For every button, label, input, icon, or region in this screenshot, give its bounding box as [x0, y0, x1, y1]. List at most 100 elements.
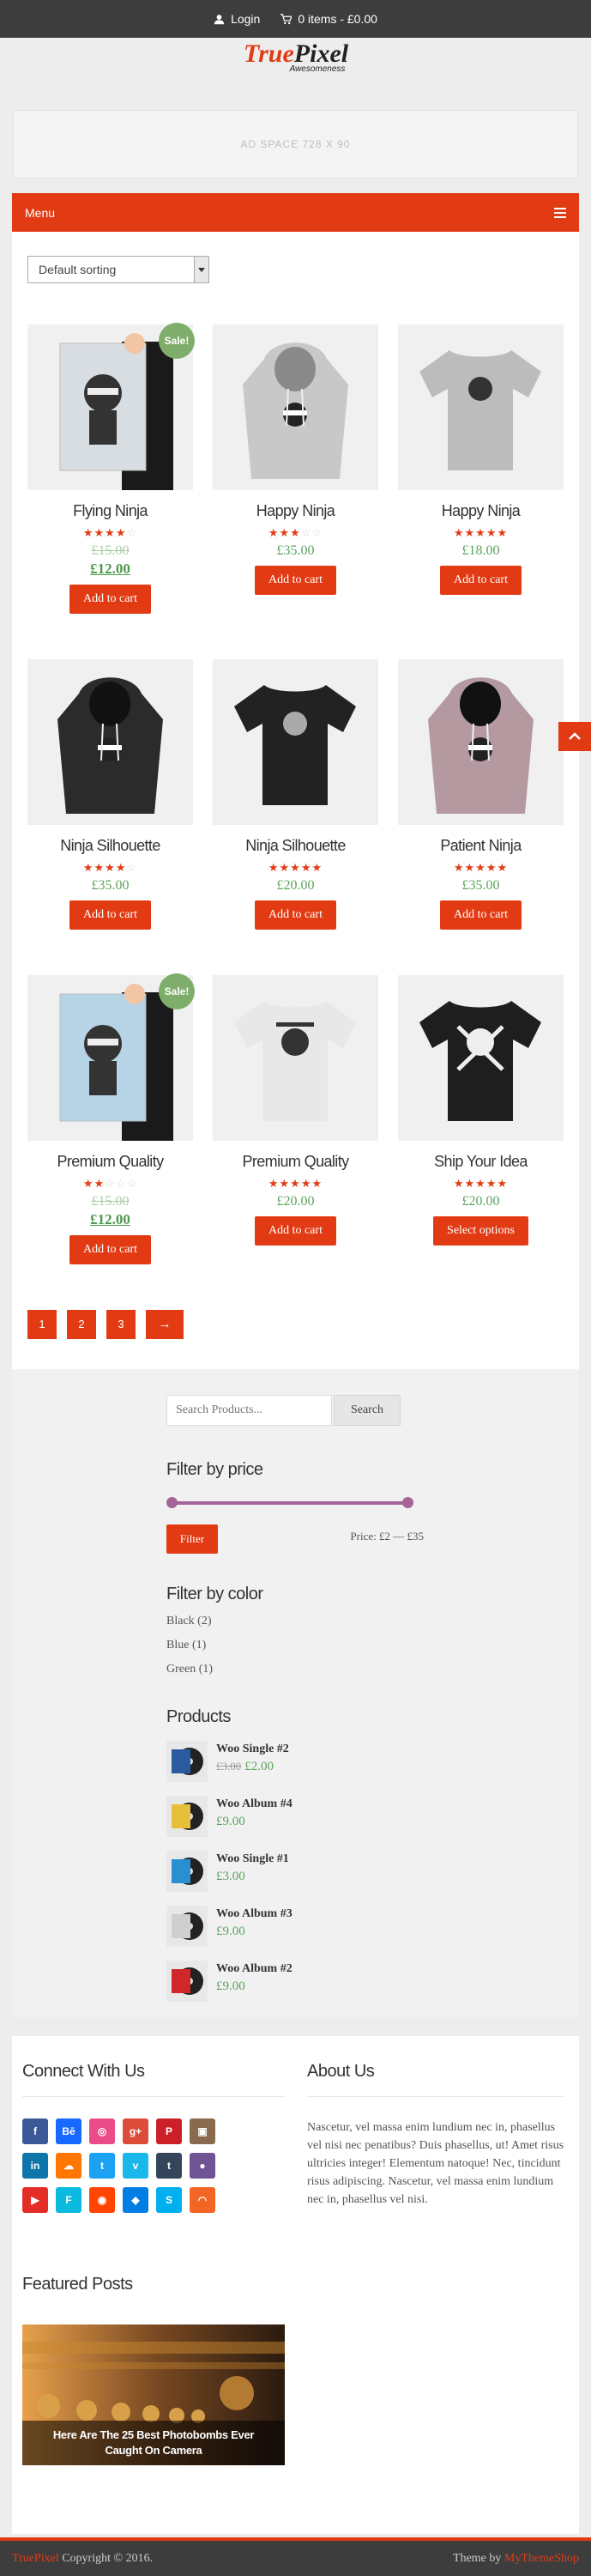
search-input[interactable] — [166, 1395, 332, 1426]
sorting-select[interactable]: Default sorting — [27, 256, 209, 283]
skype-icon[interactable]: S — [156, 2187, 182, 2213]
sidebar-product-name[interactable]: Woo Album #3 — [216, 1907, 292, 1921]
sidebar-product-item[interactable]: Woo Album #3 £9.00 — [166, 1906, 424, 1947]
theme-author-link[interactable]: MyThemeShop — [504, 2552, 579, 2565]
sidebar-product-item[interactable]: Woo Single #1 £3.00 — [166, 1851, 424, 1892]
add-to-cart-button[interactable]: Add to cart — [255, 1216, 336, 1246]
old-price: £15.00 — [91, 543, 130, 558]
add-to-cart-button[interactable]: Add to cart — [69, 585, 151, 614]
page-button[interactable]: 3 — [106, 1310, 136, 1339]
product-thumbnail[interactable] — [166, 1741, 208, 1782]
sidebar-product-name[interactable]: Woo Single #2 — [216, 1743, 289, 1756]
product-price: £35.00 — [461, 878, 500, 893]
filter-button[interactable]: Filter — [166, 1524, 218, 1554]
add-to-cart-button[interactable]: Add to cart — [440, 566, 522, 595]
sidebar-product-name[interactable]: Woo Album #2 — [216, 1962, 292, 1976]
facebook-icon[interactable]: f — [22, 2118, 48, 2144]
featured-caption: Here Are The 25 Best Photobombs Ever Cau… — [22, 2421, 285, 2465]
logo-part1: True — [243, 39, 294, 68]
add-to-cart-button[interactable]: Select options — [433, 1216, 528, 1246]
product-name[interactable]: Premium Quality — [27, 1153, 193, 1171]
product-name[interactable]: Ship Your Idea — [398, 1153, 564, 1171]
add-to-cart-button[interactable]: Add to cart — [255, 900, 336, 930]
sale-badge: Sale! — [159, 323, 195, 359]
products-widget-list: Woo Single #2 £3.00 £2.00 Woo Album #4 £9… — [166, 1741, 424, 2002]
product-thumbnail[interactable] — [166, 1961, 208, 2002]
product-name[interactable]: Ninja Silhouette — [213, 837, 378, 855]
add-to-cart-button[interactable]: Add to cart — [255, 566, 336, 595]
sidebar-product-item[interactable]: Woo Album #2 £9.00 — [166, 1961, 424, 2002]
product-thumbnail[interactable] — [166, 1851, 208, 1892]
youtube-icon[interactable]: ▶ — [22, 2187, 48, 2213]
twitter-icon[interactable]: t — [89, 2153, 115, 2179]
github-icon[interactable]: ● — [190, 2153, 215, 2179]
product-name[interactable]: Premium Quality — [213, 1153, 378, 1171]
top-bar: Login 0 items - £0.00 — [0, 0, 591, 38]
color-filter-item[interactable]: Green (1) — [166, 1663, 424, 1676]
product-thumbnail[interactable] — [166, 1906, 208, 1947]
product-image[interactable] — [398, 975, 564, 1141]
user-icon — [214, 14, 225, 24]
add-to-cart-button[interactable]: Add to cart — [69, 1235, 151, 1264]
search-button[interactable]: Search — [334, 1395, 401, 1426]
rss-icon[interactable]: ◠ — [190, 2187, 215, 2213]
product-name[interactable]: Happy Ninja — [213, 502, 378, 520]
product-image[interactable] — [213, 975, 378, 1141]
connect-title: Connect With Us — [22, 2062, 145, 2081]
price-slider[interactable] — [166, 1497, 424, 1509]
products-widget-title: Products — [166, 1707, 231, 1726]
add-to-cart-button[interactable]: Add to cart — [69, 900, 151, 930]
product-price: £20.00 — [276, 1194, 315, 1209]
cart-link[interactable]: 0 items - £0.00 — [280, 12, 377, 26]
foursquare-icon[interactable]: F — [56, 2187, 81, 2213]
product-image[interactable] — [398, 659, 564, 825]
menu-bar[interactable]: Menu — [12, 193, 579, 232]
color-filter-item[interactable]: Blue (1) — [166, 1639, 424, 1652]
sidebar-product-name[interactable]: Woo Single #1 — [216, 1852, 289, 1866]
sidebar-product-price: £3.00 — [216, 1870, 245, 1883]
google-plus-icon[interactable]: g+ — [123, 2118, 148, 2144]
linkedin-icon[interactable]: in — [22, 2153, 48, 2179]
sidebar-product-item[interactable]: Woo Album #4 £9.00 — [166, 1796, 424, 1837]
product-card: Happy Ninja ★★★★★ £18.00 Add to cart — [398, 324, 564, 595]
sidebar-product-item[interactable]: Woo Single #2 £3.00 £2.00 — [166, 1741, 424, 1782]
product-image[interactable] — [27, 659, 193, 825]
product-name[interactable]: Flying Ninja — [27, 502, 193, 520]
page-button[interactable]: 2 — [67, 1310, 96, 1339]
reddit-icon[interactable]: ◉ — [89, 2187, 115, 2213]
product-thumbnail[interactable] — [166, 1796, 208, 1837]
page-button[interactable]: 1 — [27, 1310, 57, 1339]
sidebar-product-name[interactable]: Woo Album #4 — [216, 1797, 292, 1811]
product-name[interactable]: Ninja Silhouette — [27, 837, 193, 855]
product-name[interactable]: Patient Ninja — [398, 837, 564, 855]
tumblr-icon[interactable]: t — [156, 2153, 182, 2179]
featured-post[interactable]: Here Are The 25 Best Photobombs Ever Cau… — [22, 2324, 285, 2465]
next-page-button[interactable]: → — [146, 1310, 184, 1339]
vimeo-icon[interactable]: v — [123, 2153, 148, 2179]
sorting-value: Default sorting — [39, 263, 117, 276]
instagram-icon[interactable]: ▣ — [190, 2118, 215, 2144]
footer-brand-link[interactable]: TruePixel — [12, 2552, 59, 2565]
price-min-handle[interactable] — [166, 1497, 178, 1508]
product-name[interactable]: Happy Ninja — [398, 502, 564, 520]
product-image[interactable] — [213, 659, 378, 825]
chevron-down-icon[interactable] — [194, 257, 208, 282]
soundcloud-icon[interactable]: ☁ — [56, 2153, 81, 2179]
dribbble-icon[interactable]: ◎ — [89, 2118, 115, 2144]
pinterest-icon[interactable]: P — [156, 2118, 182, 2144]
product-image[interactable] — [398, 324, 564, 490]
product-price: £35.00 — [276, 543, 315, 558]
product-image[interactable] — [213, 324, 378, 490]
price-max-handle[interactable] — [402, 1497, 413, 1508]
sidebar-product-price: £9.00 — [216, 1979, 245, 1993]
color-filter-item[interactable]: Black (2) — [166, 1615, 424, 1628]
behance-icon[interactable]: Bē — [56, 2118, 81, 2144]
add-to-cart-button[interactable]: Add to cart — [440, 900, 522, 930]
scroll-to-top-button[interactable] — [558, 722, 591, 751]
product-card: Ninja Silhouette ★★★★☆ £35.00 Add to cart — [27, 659, 193, 930]
hamburger-icon[interactable] — [554, 207, 566, 218]
dropbox-icon[interactable]: ◆ — [123, 2187, 148, 2213]
login-link[interactable]: Login — [214, 12, 260, 26]
site-logo[interactable]: TruePixel Awesomeness — [232, 41, 360, 79]
sidebar-product-price: £9.00 — [216, 1815, 245, 1828]
